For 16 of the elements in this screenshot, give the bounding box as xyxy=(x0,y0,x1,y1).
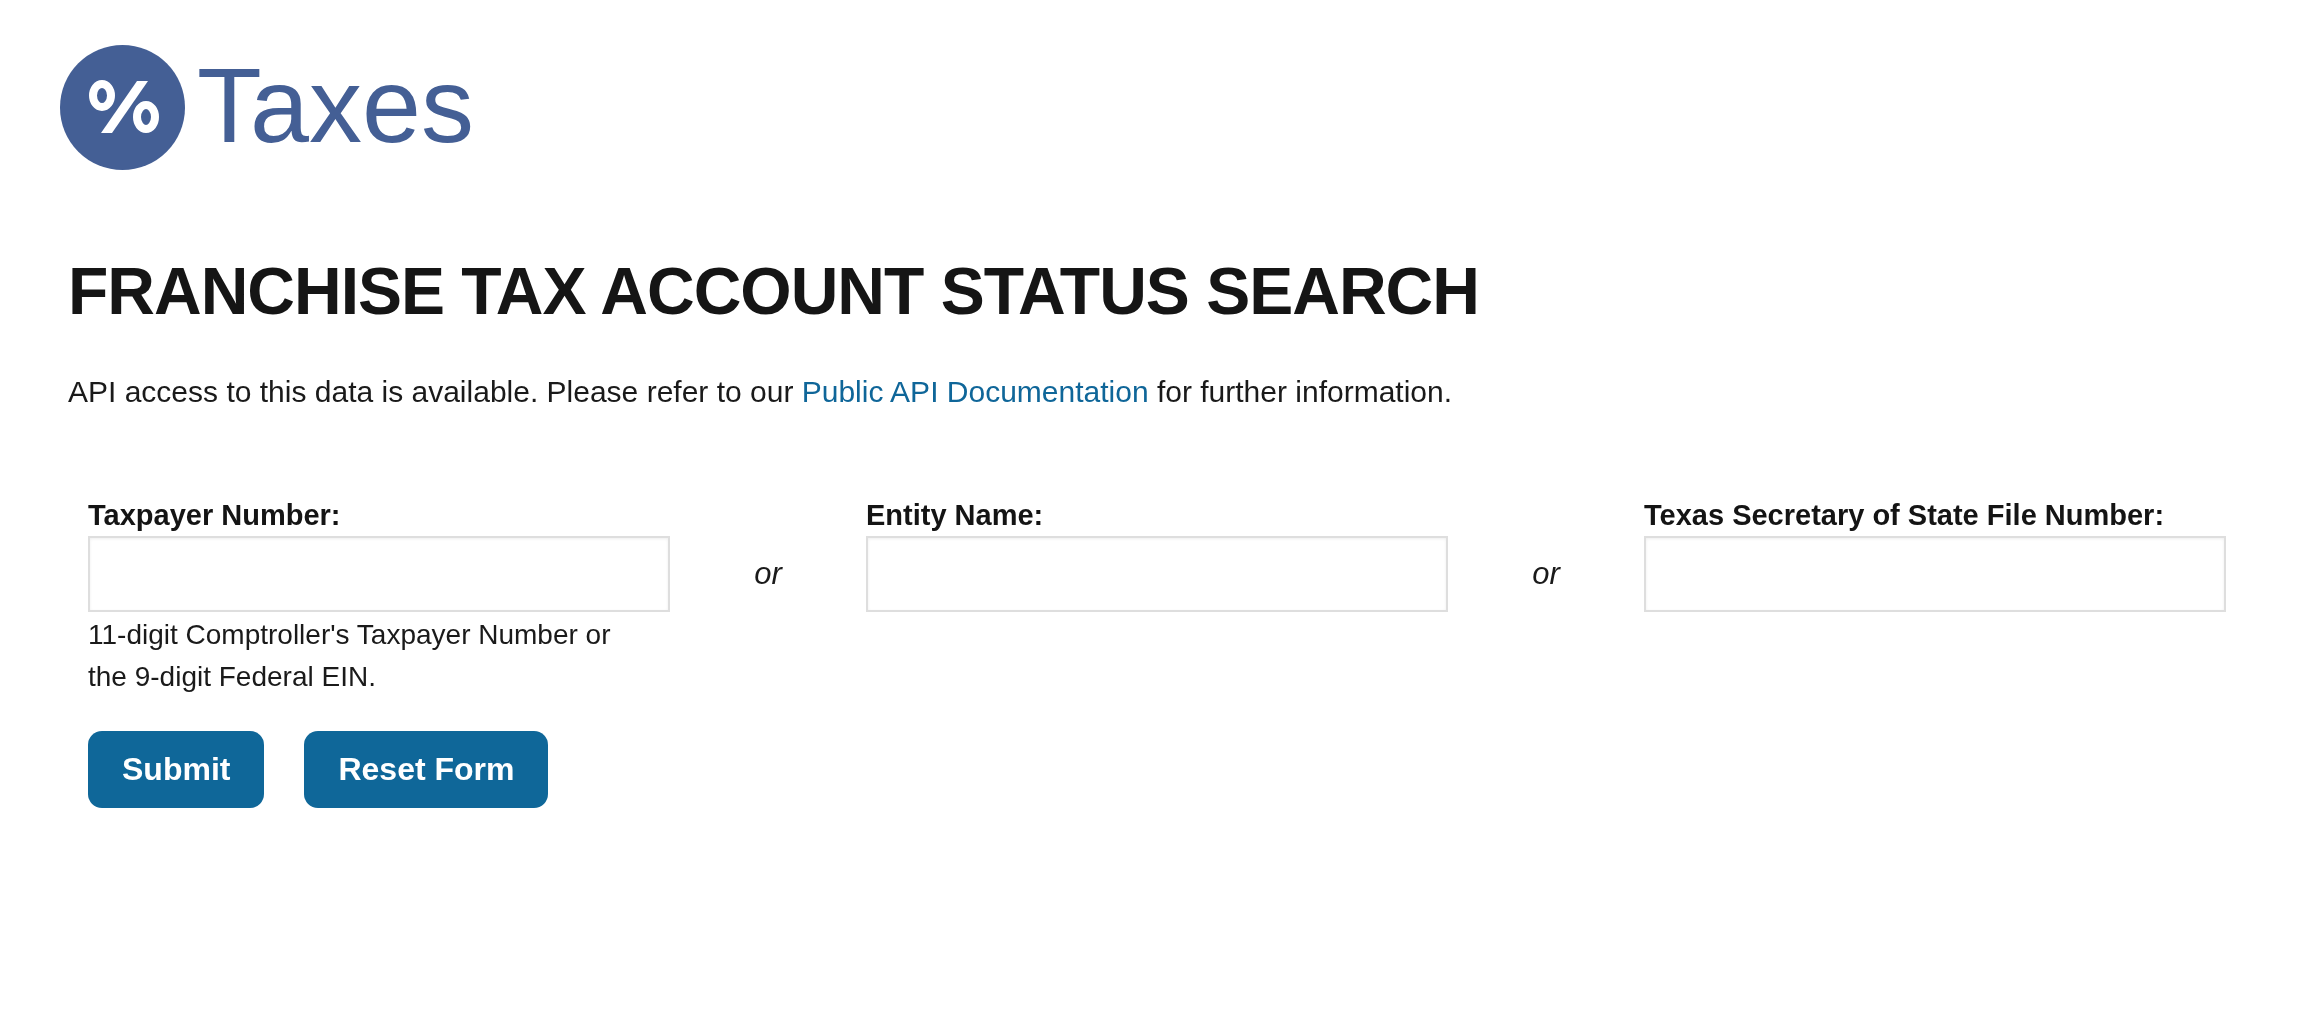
field-label: Texas Secretary of State File Number: xyxy=(1644,498,2165,532)
api-documentation-link[interactable]: Public API Documentation xyxy=(801,375,1149,408)
reset-button[interactable]: Reset Form xyxy=(304,731,549,808)
logo-text: Taxes xyxy=(197,51,474,158)
percent-logo-icon xyxy=(60,45,185,170)
taxpayer-number-field[interactable] xyxy=(88,536,670,612)
field-label: Entity Name: xyxy=(866,498,1044,532)
page-title: FRANCHISE TAX ACCOUNT STATUS SEARCH xyxy=(68,258,1480,324)
or-separator-text: or xyxy=(754,556,782,592)
submit-button[interactable]: Submit xyxy=(88,731,265,808)
entity-name-field[interactable] xyxy=(866,536,1448,612)
field-hint: 11-digit Comptroller's Taxpayer Number or the 9-digit Federal EIN. xyxy=(88,618,612,694)
or-separator-text: or xyxy=(1532,556,1560,592)
field-label: Taxpayer Number: xyxy=(88,498,341,532)
intro-text: API access to this data is available. Please refer to our Public API Documentation for further information. xyxy=(68,374,1454,410)
file-number-field[interactable] xyxy=(1644,536,2226,612)
